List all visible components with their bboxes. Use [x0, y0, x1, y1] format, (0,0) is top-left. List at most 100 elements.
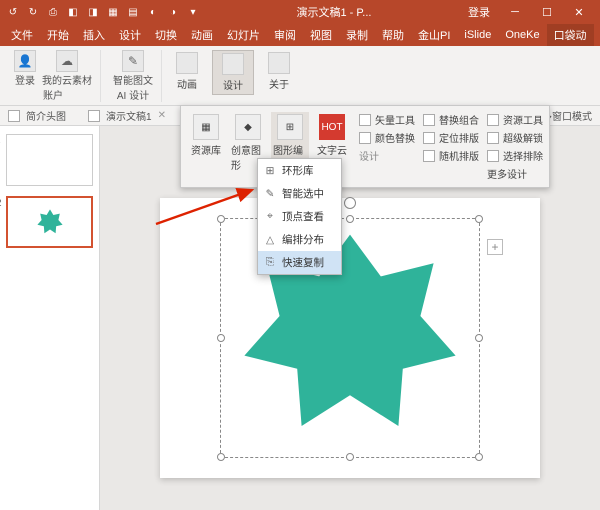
handle-bl[interactable] [217, 453, 225, 461]
maximize-icon[interactable]: ☐ [532, 6, 562, 19]
select-exclude-item[interactable]: 选择排除 [487, 148, 543, 163]
color-replace-item[interactable]: 颜色替换 [359, 130, 415, 145]
group-ai-label: AI 设计 [117, 87, 149, 102]
tab-design[interactable]: 设计 [112, 24, 148, 46]
design-icon [222, 53, 244, 75]
close-icon[interactable]: ✕ [564, 6, 594, 19]
about-button[interactable]: 关于 [258, 50, 300, 93]
qat-undo-icon[interactable]: ↺ [6, 5, 20, 19]
shape-arrange-dropdown: ⊞环形库 ✎智能选中 ⌖顶点查看 △编排分布 ⎘快速复制 [257, 158, 342, 275]
ribbon-group-ai: ✎ 智能图文 AI 设计 [105, 50, 162, 102]
handle-mr[interactable] [475, 334, 483, 342]
handle-bc[interactable] [346, 453, 354, 461]
smart-graphic-icon[interactable]: ✎ [122, 50, 144, 72]
document-title: 演示文稿1 - P... [200, 4, 468, 20]
login-label: 登录 [15, 72, 35, 87]
vector-tools-item[interactable]: 矢量工具 [359, 112, 415, 127]
slide-thumb-2[interactable]: 2 [6, 196, 93, 248]
more-design-item[interactable]: 更多设计 [487, 166, 543, 181]
tab-help[interactable]: 帮助 [375, 24, 411, 46]
animation-label: 动画 [177, 76, 197, 91]
handle-tl[interactable] [217, 215, 225, 223]
login-icon[interactable]: 👤 [14, 50, 36, 72]
cloud-assets-icon[interactable]: ☁ [56, 50, 78, 72]
resource-lib-icon: ▦ [193, 114, 219, 140]
arrange-distribute-item[interactable]: △编排分布 [258, 228, 341, 251]
resource-lib-label: 资源库 [191, 142, 221, 157]
ring-library-item[interactable]: ⊞环形库 [258, 159, 341, 182]
resource-lib-button[interactable]: ▦ 资源库 [187, 112, 225, 159]
resource-tools-item[interactable]: 资源工具 [487, 112, 543, 127]
arrange-distribute-icon: △ [264, 234, 276, 246]
tab-oneke[interactable]: OneKe [498, 26, 546, 44]
tab-view[interactable]: 视图 [303, 24, 339, 46]
thumbnail-label: 简介头图 [26, 108, 66, 123]
presentation-icon[interactable] [88, 110, 100, 122]
super-unlock-item[interactable]: 超级解锁 [487, 130, 543, 145]
random-layout-icon [423, 150, 435, 162]
tab-newgroup[interactable]: 新建组 [594, 24, 600, 46]
qat: ↺ ↻ ⎙ ◧ ◨ ▦ ▤ ◐ ◑ ▾ [6, 5, 200, 19]
handle-ml[interactable] [217, 334, 225, 342]
qat-print-icon[interactable]: ⎙ [46, 5, 60, 19]
tab-pocket[interactable]: 口袋动 [547, 24, 594, 46]
handle-br[interactable] [475, 453, 483, 461]
qat-icon-8[interactable]: ◐ [146, 5, 160, 19]
handle-tc[interactable] [346, 215, 354, 223]
tab-animations[interactable]: 动画 [184, 24, 220, 46]
tab-islide[interactable]: iSlide [457, 26, 498, 44]
quick-copy-item[interactable]: ⎘快速复制 [258, 251, 341, 274]
qat-icon-6[interactable]: ▦ [106, 5, 120, 19]
qat-more-icon[interactable]: ▾ [186, 5, 200, 19]
wordcloud-button[interactable]: HOT 文字云 [313, 112, 351, 159]
ribbon-group-account: 👤 登录 ☁ 我的云素材 账户 [6, 50, 101, 102]
login-button[interactable]: 登录 [468, 4, 490, 20]
slide-number: 2 [0, 198, 2, 209]
tab-review[interactable]: 审阅 [267, 24, 303, 46]
slide-canvas[interactable]: + [160, 198, 540, 478]
qat-icon-7[interactable]: ▤ [126, 5, 140, 19]
qat-icon-4[interactable]: ◧ [66, 5, 80, 19]
vertex-view-icon: ⌖ [264, 211, 276, 223]
animation-button[interactable]: 动画 [166, 50, 208, 93]
vector-tools-icon [359, 114, 371, 126]
replace-group-item[interactable]: 替换组合 [423, 112, 479, 127]
qat-redo-icon[interactable]: ↻ [26, 5, 40, 19]
add-shape-button[interactable]: + [487, 239, 503, 255]
slide-number: 1 [0, 135, 1, 146]
group-account-label: 账户 [43, 87, 63, 102]
super-unlock-icon [487, 132, 499, 144]
toggle-thumbnail-icon[interactable] [8, 110, 20, 122]
tab-insert[interactable]: 插入 [76, 24, 112, 46]
col-c: 资源工具 超级解锁 选择排除 更多设计 [487, 112, 543, 181]
replace-group-icon [423, 114, 435, 126]
smart-graphic-label: 智能图文 [113, 72, 153, 87]
tab-file[interactable]: 文件 [4, 24, 40, 46]
minimize-icon[interactable]: ─ [500, 6, 530, 19]
smart-select-item[interactable]: ✎智能选中 [258, 182, 341, 205]
design-button[interactable]: 设计 [212, 50, 254, 95]
cloud-assets-label: 我的云素材 [42, 72, 92, 87]
position-layout-item[interactable]: 定位排版 [423, 130, 479, 145]
rotate-handle-icon[interactable] [344, 197, 356, 209]
tab-transitions[interactable]: 切换 [148, 24, 184, 46]
tab-slideshow[interactable]: 幻灯片 [220, 24, 267, 46]
ribbon: 👤 登录 ☁ 我的云素材 账户 ✎ 智能图文 AI 设计 动画 设计 关于 [0, 46, 600, 106]
smart-select-icon: ✎ [264, 188, 276, 200]
slide-thumb-1[interactable]: 1 [6, 134, 93, 186]
tab-home[interactable]: 开始 [40, 24, 76, 46]
tab-record[interactable]: 录制 [339, 24, 375, 46]
design-popup-ribbon: ▦ 资源库 ◆ 创意图形 ⊞ 图形编排 HOT 文字云 矢量工具 颜色替换 设计… [180, 105, 550, 188]
handle-tr[interactable] [475, 215, 483, 223]
wordcloud-label: 文字云 [317, 142, 347, 157]
resource-tools-icon [487, 114, 499, 126]
random-layout-item[interactable]: 随机排版 [423, 148, 479, 163]
qat-icon-5[interactable]: ◨ [86, 5, 100, 19]
shape-arrange-icon: ⊞ [277, 114, 303, 140]
qat-icon-9[interactable]: ◑ [166, 5, 180, 19]
window-controls: ─ ☐ ✕ [500, 6, 594, 19]
tab-jinshan[interactable]: 金山PI [411, 24, 457, 46]
design-label: 设计 [223, 77, 243, 92]
position-layout-icon [423, 132, 435, 144]
vertex-view-item[interactable]: ⌖顶点查看 [258, 205, 341, 228]
